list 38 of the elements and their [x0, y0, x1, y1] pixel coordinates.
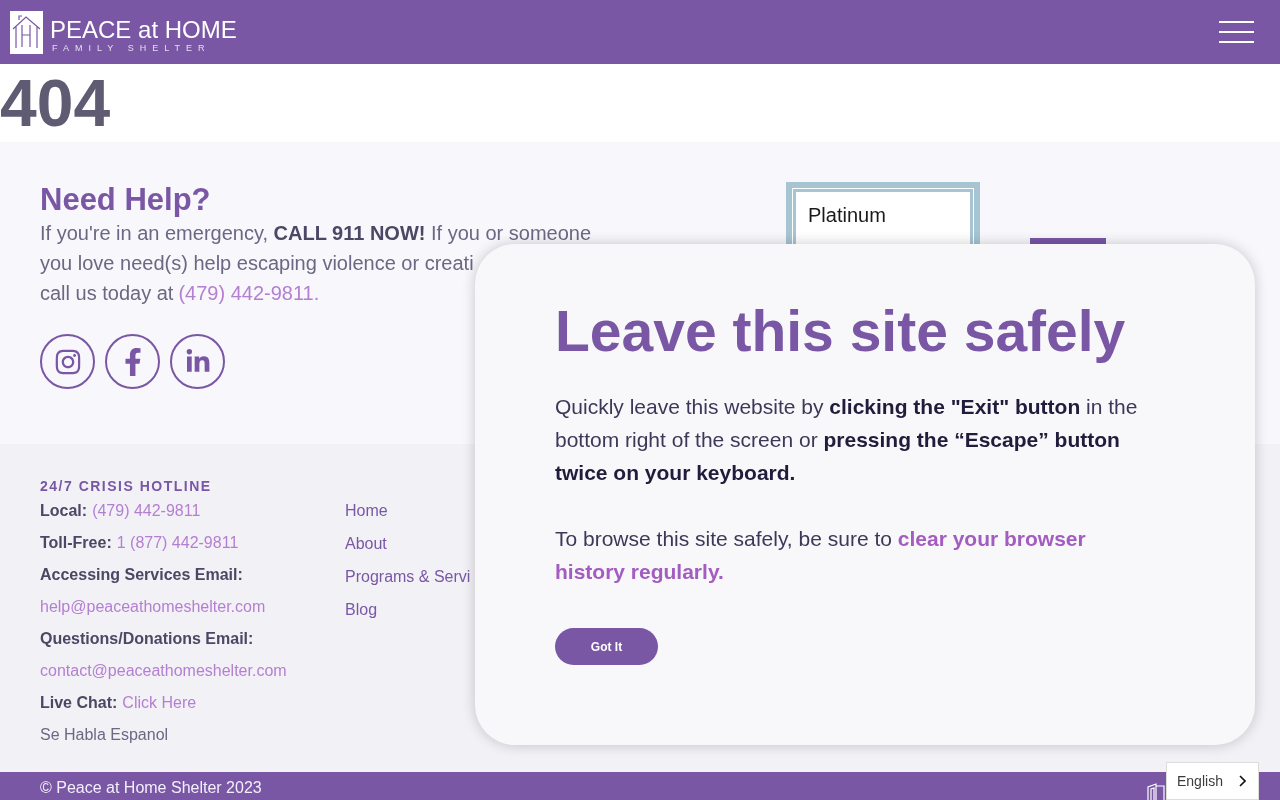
- phone-link[interactable]: (479) 442-9811.: [178, 282, 320, 304]
- contact-link[interactable]: Click Here: [122, 691, 197, 715]
- nav-link[interactable]: Programs & Servi: [345, 564, 471, 589]
- door-icon: [1147, 783, 1165, 800]
- nav-link[interactable]: About: [345, 531, 387, 556]
- menu-button[interactable]: [1219, 21, 1254, 43]
- chevron-right-icon: [1239, 775, 1246, 787]
- nav-link[interactable]: Home: [345, 498, 388, 523]
- contact-label: Toll-Free:: [40, 533, 112, 553]
- contact-label: Live Chat:: [40, 693, 118, 713]
- linkedin-icon: [184, 348, 211, 375]
- instagram-link[interactable]: [40, 334, 95, 389]
- instagram-icon: [53, 347, 82, 376]
- email-link[interactable]: help@peaceathomeshelter.com: [40, 595, 266, 619]
- email-link[interactable]: contact@peaceathomeshelter.com: [40, 659, 287, 683]
- dialog-title: Leave this site safely: [555, 298, 1126, 365]
- nav-link[interactable]: Blog: [345, 597, 378, 622]
- help-heading: Need Help?: [40, 182, 211, 218]
- house-logo-icon: [10, 10, 43, 54]
- hotline-heading: 24/7 CRISIS HOTLINE: [40, 477, 212, 495]
- language-select[interactable]: English: [1166, 762, 1259, 800]
- contact-label: Accessing Services Email:: [40, 565, 243, 585]
- contact-link[interactable]: (479) 442-9811: [92, 499, 201, 523]
- error-code: 404: [0, 65, 111, 142]
- contact-link[interactable]: 1 (877) 442-9811: [116, 531, 239, 555]
- contact-note: Se Habla Espanol: [40, 725, 169, 745]
- dialog-tip: To browse this site safely, be sure to clear your browser history regularly.: [555, 526, 1087, 585]
- badge-text: Platinum: [808, 204, 886, 226]
- copyright-text: © Peace at Home Shelter 2023: [40, 778, 262, 798]
- dialog-text: Quickly leave this website by clicking the "Exit" button in the bottom right of the screen or pressing the “Escape” button twice on your keyboard.: [555, 394, 1139, 486]
- facebook-link[interactable]: [105, 334, 160, 389]
- logo-tagline: FAMILY SHELTER: [51, 42, 212, 53]
- logo-title: PEACE at HOME: [50, 16, 237, 43]
- got-it-button[interactable]: Got It: [555, 628, 658, 665]
- contact-label: Questions/Donations Email:: [40, 629, 254, 649]
- linkedin-link[interactable]: [170, 334, 225, 389]
- menu-icon: [1219, 21, 1254, 43]
- contact-label: Local:: [40, 501, 88, 521]
